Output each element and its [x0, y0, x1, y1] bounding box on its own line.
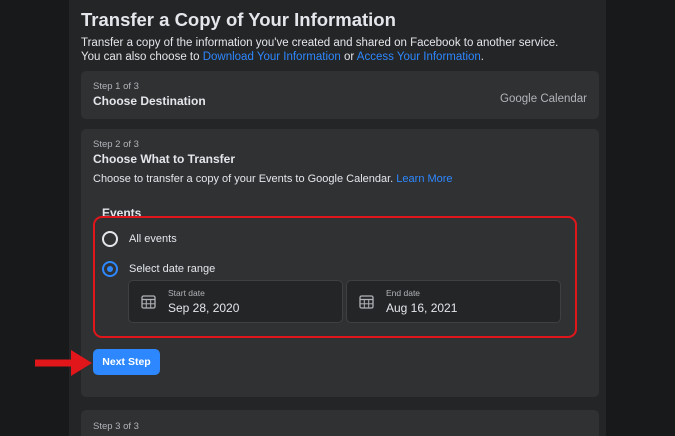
radio-option-date-range[interactable]: Select date range	[102, 261, 215, 277]
end-date-caption: End date	[386, 288, 421, 298]
page-title: Transfer a Copy of Your Information	[81, 9, 396, 30]
access-info-link[interactable]: Access Your Information	[357, 51, 481, 63]
learn-more-link[interactable]: Learn More	[396, 173, 452, 185]
radio-label-all-events: All events	[129, 233, 177, 245]
start-date-field[interactable]: Start date Sep 28, 2020	[128, 280, 343, 323]
radio-checked-icon[interactable]	[102, 261, 118, 277]
intro-suffix: .	[480, 51, 484, 63]
destination-value: Google Calendar	[500, 93, 587, 105]
radio-label-date-range: Select date range	[129, 263, 216, 275]
step2-description: Choose to transfer a copy of your Events…	[93, 173, 453, 185]
calendar-icon	[359, 295, 374, 309]
intro-prefix: You can also choose to	[81, 51, 203, 63]
step3-card[interactable]: Step 3 of 3	[81, 410, 599, 436]
start-date-value: Sep 28, 2020	[168, 301, 240, 315]
red-arrow-icon	[35, 350, 92, 376]
intro-line2: You can also choose to Download Your Inf…	[81, 50, 581, 64]
step2-label: Step 2 of 3	[93, 139, 139, 150]
step2-title: Choose What to Transfer	[93, 152, 236, 166]
end-date-value: Aug 16, 2021	[386, 301, 458, 315]
step3-label: Step 3 of 3	[93, 421, 139, 432]
description-text: Choose to transfer a copy of your Events…	[93, 173, 397, 185]
intro-line1: Transfer a copy of the information you'v…	[81, 37, 559, 49]
start-date-caption: Start date	[168, 288, 205, 298]
end-date-field[interactable]: End date Aug 16, 2021	[346, 280, 561, 323]
calendar-icon	[141, 295, 156, 309]
next-step-button[interactable]: Next Step	[93, 349, 160, 375]
download-info-link[interactable]: Download Your Information	[203, 51, 341, 63]
step1-label: Step 1 of 3	[93, 81, 139, 92]
intro-text: Transfer a copy of the information you'v…	[81, 36, 581, 64]
page: Transfer a Copy of Your Information Tran…	[0, 0, 675, 436]
intro-mid: or	[340, 51, 357, 63]
step2-card: Step 2 of 3 Choose What to Transfer Choo…	[81, 129, 599, 397]
step1-title: Choose Destination	[93, 94, 206, 108]
right-background	[606, 0, 675, 436]
radio-unchecked-icon[interactable]	[102, 231, 118, 247]
step1-card[interactable]: Step 1 of 3 Choose Destination Google Ca…	[81, 71, 599, 119]
radio-option-all-events[interactable]: All events	[102, 231, 177, 247]
